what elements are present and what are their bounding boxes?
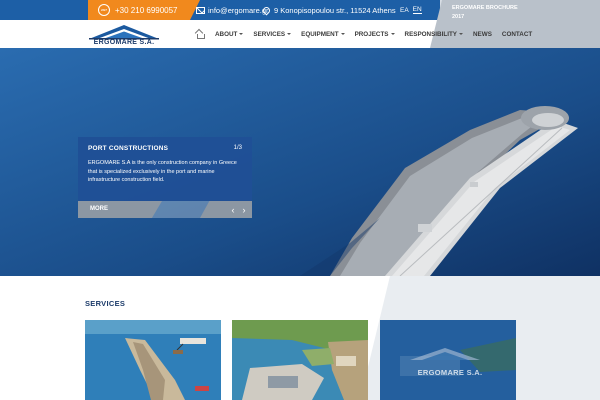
nav-services[interactable]: SERVICES — [253, 30, 292, 38]
phone-number[interactable]: +30 210 6990057 — [115, 6, 178, 15]
chevron-down-icon — [340, 33, 345, 35]
nav-equipment[interactable]: EQUIPMENT — [301, 30, 345, 38]
slide-caption: PORT CONSTRUCTIONS 1/3 ERGOMARE S.A is t… — [78, 137, 252, 201]
nav-services-label: SERVICES — [253, 30, 286, 38]
language-en[interactable]: EN — [412, 6, 422, 14]
chevron-right-icon[interactable]: › — [240, 205, 248, 215]
envelope-icon — [196, 6, 205, 14]
language-el[interactable]: EA — [400, 7, 409, 14]
service-image-2 — [232, 320, 368, 400]
chevron-down-icon — [390, 33, 395, 35]
chevron-down-icon — [287, 33, 292, 35]
more-button[interactable]: MORE — [78, 201, 162, 218]
nav-about[interactable]: ABOUT — [215, 30, 244, 38]
nav-news-label: NEWS — [473, 30, 492, 38]
service-image-1 — [85, 320, 221, 400]
nav-contact[interactable]: CONTACT — [502, 31, 532, 38]
map-pin-icon — [261, 5, 272, 15]
language-switcher: EA EN — [400, 0, 422, 20]
chevron-down-icon — [459, 33, 463, 35]
service-card-1[interactable] — [85, 320, 221, 400]
nav-equipment-label: EQUIPMENT — [301, 30, 339, 38]
slide-counter: 1/3 — [233, 145, 242, 151]
address-contact: 9 Konopisopoulou str., 11524 Athens — [261, 0, 396, 20]
service-card-3[interactable]: ERGOMARE S.A. — [380, 320, 516, 400]
card-logo-watermark: ERGOMARE S.A. — [417, 368, 483, 377]
slide-title: PORT CONSTRUCTIONS — [88, 145, 169, 152]
nav-contact-label: CONTACT — [501, 30, 533, 38]
nav-projects-label: PROJECTS — [354, 30, 389, 38]
nav-news[interactable]: NEWS — [473, 31, 492, 38]
email-address[interactable]: info@ergomare.gr — [208, 6, 269, 15]
support-24-7-icon: 24/7 — [98, 4, 110, 16]
home-icon[interactable] — [195, 30, 205, 39]
service-image-3 — [380, 320, 516, 400]
phone-contact[interactable]: 24/7 +30 210 6990057 — [88, 0, 200, 20]
chevron-down-icon — [239, 33, 244, 35]
hero-slider: PORT CONSTRUCTIONS 1/3 ERGOMARE S.A is t… — [0, 48, 600, 276]
main-nav: ABOUT SERVICES EQUIPMENT PROJECTS RESPON… — [195, 20, 542, 48]
nav-projects[interactable]: PROJECTS — [355, 31, 395, 38]
email-contact[interactable]: info@ergomare.gr — [196, 0, 269, 20]
logo-text: ERGOMARE S.A. — [93, 39, 155, 46]
service-card-2[interactable] — [232, 320, 368, 400]
logo-roof-icon — [89, 25, 159, 40]
nav-about-label: ABOUT — [215, 30, 238, 38]
services-section: SERVICES ERGOMARE S.A. — [0, 276, 600, 400]
brochure-label: ERGOMARE BROCHURE — [452, 5, 518, 11]
site-logo[interactable]: ERGOMARE S.A. — [87, 23, 161, 47]
nav-responsibility-label: RESPONSIBILITY — [404, 30, 457, 38]
slide-description: ERGOMARE S.A is the only construction co… — [88, 160, 237, 183]
nav-responsibility[interactable]: RESPONSIBILITY — [405, 31, 463, 38]
chevron-left-icon[interactable]: ‹ — [229, 205, 237, 215]
services-title: SERVICES — [85, 299, 126, 308]
address-text: 9 Konopisopoulou str., 11524 Athens — [274, 5, 396, 15]
